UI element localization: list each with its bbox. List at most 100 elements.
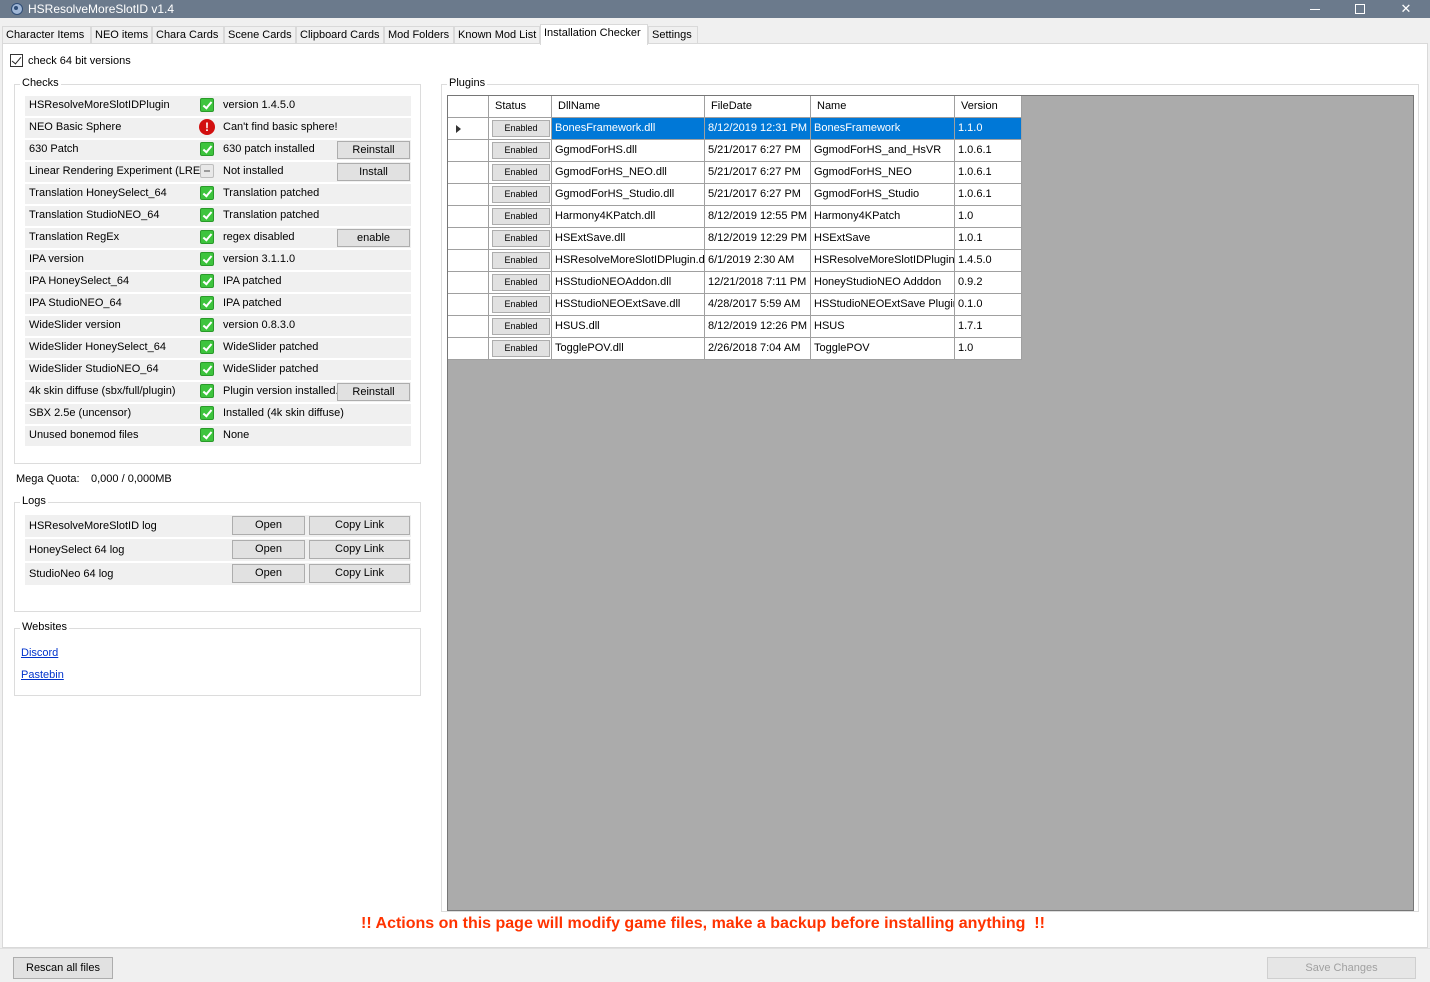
version-cell[interactable]: 1.7.1 — [955, 316, 1022, 338]
table-row[interactable]: Enabled GgmodForHS_NEO.dll 5/21/2017 6:27 … — [448, 162, 1022, 184]
row-header[interactable] — [448, 338, 489, 360]
plugin-name-cell[interactable]: TogglePOV — [811, 338, 955, 360]
copy-link-button[interactable]: Copy Link — [309, 516, 410, 535]
tab-clipboard-cards[interactable]: Clipboard Cards — [296, 26, 384, 44]
plugin-name-cell[interactable]: HSUS — [811, 316, 955, 338]
filedate-cell[interactable]: 8/12/2019 12:31 PM — [705, 118, 811, 140]
save-changes-button[interactable]: Save Changes — [1267, 957, 1416, 979]
filedate-cell[interactable]: 2/26/2018 7:04 AM — [705, 338, 811, 360]
close-button[interactable]: ✕ — [1383, 0, 1429, 18]
table-row[interactable]: Enabled Harmony4KPatch.dll 8/12/2019 12:55… — [448, 206, 1022, 228]
dllname-cell[interactable]: BonesFramework.dll — [552, 118, 705, 140]
table-row[interactable]: Enabled GgmodForHS.dll 5/21/2017 6:27 PM Gg… — [448, 140, 1022, 162]
dllname-cell[interactable]: HSStudioNEOAddon.dll — [552, 272, 705, 294]
filedate-cell[interactable]: 6/1/2019 2:30 AM — [705, 250, 811, 272]
open-log-button[interactable]: Open — [232, 540, 305, 559]
dllname-cell[interactable]: HSExtSave.dll — [552, 228, 705, 250]
table-row[interactable]: Enabled HSExtSave.dll 8/12/2019 12:29 PM HS… — [448, 228, 1022, 250]
version-cell[interactable]: 1.4.5.0 — [955, 250, 1022, 272]
dllname-cell[interactable]: TogglePOV.dll — [552, 338, 705, 360]
row-header[interactable] — [448, 118, 489, 140]
plugin-name-cell[interactable]: GgmodForHS_and_HsVR — [811, 140, 955, 162]
plugin-name-cell[interactable]: HSResolveMoreSlotIDPlugin — [811, 250, 955, 272]
plugin-name-cell[interactable]: GgmodForHS_NEO — [811, 162, 955, 184]
copy-link-button[interactable]: Copy Link — [309, 564, 410, 583]
status-toggle-button[interactable]: Enabled — [492, 164, 550, 181]
row-header[interactable] — [448, 316, 489, 338]
plugin-name-cell[interactable]: HSExtSave — [811, 228, 955, 250]
table-row[interactable]: Enabled HSStudioNEOAddon.dll 12/21/2018 7:… — [448, 272, 1022, 294]
tab-chara-cards[interactable]: Chara Cards — [152, 26, 224, 44]
filedate-cell[interactable]: 12/21/2018 7:11 PM — [705, 272, 811, 294]
plugin-name-cell[interactable]: HSStudioNEOExtSave Plugin — [811, 294, 955, 316]
tab-installation-checker[interactable]: Installation Checker — [540, 24, 648, 45]
status-toggle-button[interactable]: Enabled — [492, 142, 550, 159]
minimize-button[interactable] — [1292, 0, 1338, 18]
status-toggle-button[interactable]: Enabled — [492, 274, 550, 291]
dllname-cell[interactable]: HSStudioNEOExtSave.dll — [552, 294, 705, 316]
copy-link-button[interactable]: Copy Link — [309, 540, 410, 559]
status-toggle-button[interactable]: Enabled — [492, 120, 550, 137]
table-row[interactable]: Enabled GgmodForHS_Studio.dll 5/21/2017 6:… — [448, 184, 1022, 206]
pastebin-link[interactable]: Pastebin — [21, 669, 64, 681]
row-header[interactable] — [448, 140, 489, 162]
dllname-cell[interactable]: HSUS.dll — [552, 316, 705, 338]
table-row[interactable]: Enabled TogglePOV.dll 2/26/2018 7:04 AM Tog… — [448, 338, 1022, 360]
row-header[interactable] — [448, 162, 489, 184]
status-toggle-button[interactable]: Enabled — [492, 230, 550, 247]
status-toggle-button[interactable]: Enabled — [492, 318, 550, 335]
table-row[interactable]: Enabled HSUS.dll 8/12/2019 12:26 PM HSUS 1.7… — [448, 316, 1022, 338]
row-header[interactable] — [448, 250, 489, 272]
open-log-button[interactable]: Open — [232, 564, 305, 583]
reinstall-4k-button[interactable]: Reinstall — [337, 383, 410, 401]
version-cell[interactable]: 1.0.6.1 — [955, 162, 1022, 184]
plugin-name-cell[interactable]: HoneyStudioNEO Adddon — [811, 272, 955, 294]
row-header[interactable] — [448, 228, 489, 250]
version-cell[interactable]: 1.0.6.1 — [955, 184, 1022, 206]
reinstall-630-button[interactable]: Reinstall — [337, 141, 410, 159]
filedate-cell[interactable]: 4/28/2017 5:59 AM — [705, 294, 811, 316]
status-toggle-button[interactable]: Enabled — [492, 186, 550, 203]
status-toggle-button[interactable]: Enabled — [492, 252, 550, 269]
version-cell[interactable]: 1.1.0 — [955, 118, 1022, 140]
row-header[interactable] — [448, 272, 489, 294]
status-toggle-button[interactable]: Enabled — [492, 208, 550, 225]
tab-settings[interactable]: Settings — [648, 26, 698, 44]
dllname-cell[interactable]: Harmony4KPatch.dll — [552, 206, 705, 228]
table-row[interactable]: Enabled BonesFramework.dll 8/12/2019 12:31… — [448, 118, 1022, 140]
table-row[interactable]: Enabled HSStudioNEOExtSave.dll 4/28/2017 5… — [448, 294, 1022, 316]
tab-mod-folders[interactable]: Mod Folders — [384, 26, 454, 44]
dllname-cell[interactable]: HSResolveMoreSlotIDPlugin.dll — [552, 250, 705, 272]
rescan-button[interactable]: Rescan all files — [13, 957, 113, 979]
row-header[interactable] — [448, 184, 489, 206]
filedate-cell[interactable]: 8/12/2019 12:26 PM — [705, 316, 811, 338]
version-cell[interactable]: 0.9.2 — [955, 272, 1022, 294]
table-row[interactable]: Enabled HSResolveMoreSlotIDPlugin.dll 6/1/… — [448, 250, 1022, 272]
column-header-version[interactable]: Version — [955, 96, 1022, 118]
filedate-cell[interactable]: 5/21/2017 6:27 PM — [705, 140, 811, 162]
enable-regex-button[interactable]: enable — [337, 229, 410, 247]
filedate-cell[interactable]: 8/12/2019 12:55 PM — [705, 206, 811, 228]
column-header-filedate[interactable]: FileDate — [705, 96, 811, 118]
tab-character-items[interactable]: Character Items — [2, 26, 91, 44]
filedate-cell[interactable]: 5/21/2017 6:27 PM — [705, 184, 811, 206]
plugin-name-cell[interactable]: Harmony4KPatch — [811, 206, 955, 228]
filedate-cell[interactable]: 5/21/2017 6:27 PM — [705, 162, 811, 184]
version-cell[interactable]: 0.1.0 — [955, 294, 1022, 316]
open-log-button[interactable]: Open — [232, 516, 305, 535]
column-header-status[interactable]: Status — [489, 96, 552, 118]
dllname-cell[interactable]: GgmodForHS_NEO.dll — [552, 162, 705, 184]
version-cell[interactable]: 1.0 — [955, 338, 1022, 360]
tab-known-mod-list[interactable]: Known Mod List — [454, 26, 540, 44]
filedate-cell[interactable]: 8/12/2019 12:29 PM — [705, 228, 811, 250]
version-cell[interactable]: 1.0 — [955, 206, 1022, 228]
dllname-cell[interactable]: GgmodForHS.dll — [552, 140, 705, 162]
maximize-button[interactable] — [1337, 0, 1383, 18]
plugin-name-cell[interactable]: BonesFramework — [811, 118, 955, 140]
row-header[interactable] — [448, 206, 489, 228]
discord-link[interactable]: Discord — [21, 647, 58, 659]
dllname-cell[interactable]: GgmodForHS_Studio.dll — [552, 184, 705, 206]
plugin-name-cell[interactable]: GgmodForHS_Studio — [811, 184, 955, 206]
column-header-name[interactable]: Name — [811, 96, 955, 118]
tab-scene-cards[interactable]: Scene Cards — [224, 26, 296, 44]
